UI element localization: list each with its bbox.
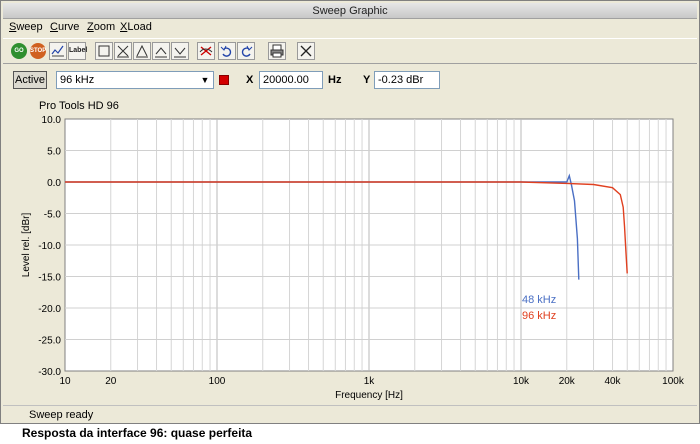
- menu-curve[interactable]: Curve: [50, 21, 79, 33]
- y-tick-label: -15.0: [38, 273, 61, 284]
- redo-icon[interactable]: [237, 42, 255, 60]
- y-tick-label: -25.0: [38, 336, 61, 347]
- status-bar: Sweep ready: [3, 405, 697, 423]
- print-icon[interactable]: [268, 42, 286, 60]
- x-tick-label: 10: [59, 376, 71, 387]
- menu-xload[interactable]: XLoad: [120, 21, 152, 33]
- stop-button[interactable]: STOP: [30, 43, 46, 59]
- x-tick-label: 20k: [559, 376, 576, 387]
- legend-entry: 96 kHz: [522, 310, 556, 322]
- y-tick-label: -5.0: [44, 210, 62, 221]
- curve-select-value: 96 kHz: [60, 74, 95, 86]
- curve-edit-icon[interactable]: [49, 42, 67, 60]
- menu-zoom[interactable]: Zoom: [87, 21, 115, 33]
- delete-curve-icon[interactable]: [197, 42, 215, 60]
- curve-color-swatch[interactable]: [219, 75, 229, 85]
- figure-caption: Resposta da interface 96: quase perfeita: [22, 426, 253, 440]
- y-axis-label: Level rel. [dBr]: [21, 213, 32, 278]
- plot-panel: Pro Tools HD 96 10.0 5.0 0.0 -5.0 -10.0 -15.0 -…: [3, 97, 697, 403]
- x-tick-label: 40k: [604, 376, 621, 387]
- y-tick-label: 10.0: [42, 115, 62, 126]
- go-button[interactable]: GO: [11, 43, 27, 59]
- sweep-graphic-window: Sweep Graphic Sweep Curve Zoom XLoad GO …: [0, 0, 700, 424]
- zoom-x-icon[interactable]: [114, 42, 132, 60]
- undo-icon[interactable]: [218, 42, 236, 60]
- toolbar: GO STOP Label: [3, 38, 697, 64]
- close-icon[interactable]: [297, 42, 315, 60]
- zoom-out-icon[interactable]: [171, 42, 189, 60]
- zoom-in-icon[interactable]: [152, 42, 170, 60]
- x-tick-label: 10k: [513, 376, 530, 387]
- y-tick-label: -10.0: [38, 241, 61, 252]
- x-unit-label: Hz: [328, 74, 342, 86]
- x-label: X: [246, 74, 254, 86]
- curve-options-bar: Active 96 kHz ▼ X 20000.00 Hz Y -0.23 dB…: [3, 67, 697, 95]
- label-button[interactable]: Label: [68, 42, 87, 60]
- legend-entry: 48 kHz: [522, 294, 556, 306]
- y-tick-label: 5.0: [47, 147, 61, 158]
- zoom-full-icon[interactable]: [95, 42, 113, 60]
- zoom-y-icon[interactable]: [133, 42, 151, 60]
- x-tick-label: 100k: [662, 376, 685, 387]
- frequency-response-chart[interactable]: Pro Tools HD 96 10.0 5.0 0.0 -5.0 -10.0 -15.0 -…: [3, 97, 697, 403]
- y-tick-label: -20.0: [38, 304, 61, 315]
- y-label: Y: [363, 74, 371, 86]
- x-axis-label: Frequency [Hz]: [335, 390, 403, 401]
- y-value-field[interactable]: -0.23 dBr: [374, 71, 440, 89]
- menu-bar: Sweep Curve Zoom XLoad: [3, 20, 697, 36]
- x-tick-label: 20: [105, 376, 117, 387]
- chevron-down-icon[interactable]: ▼: [198, 73, 212, 87]
- menu-sweep[interactable]: Sweep: [9, 21, 43, 33]
- chart-title: Pro Tools HD 96: [39, 100, 119, 112]
- x-tick-label: 1k: [364, 376, 376, 387]
- x-tick-label: 100: [209, 376, 226, 387]
- x-value-field[interactable]: 20000.00: [259, 71, 323, 89]
- y-tick-label: 0.0: [47, 178, 61, 189]
- active-button[interactable]: Active: [13, 71, 47, 89]
- y-tick-label: -30.0: [38, 367, 61, 378]
- window-title: Sweep Graphic: [3, 3, 697, 19]
- curve-select[interactable]: 96 kHz ▼: [56, 71, 214, 89]
